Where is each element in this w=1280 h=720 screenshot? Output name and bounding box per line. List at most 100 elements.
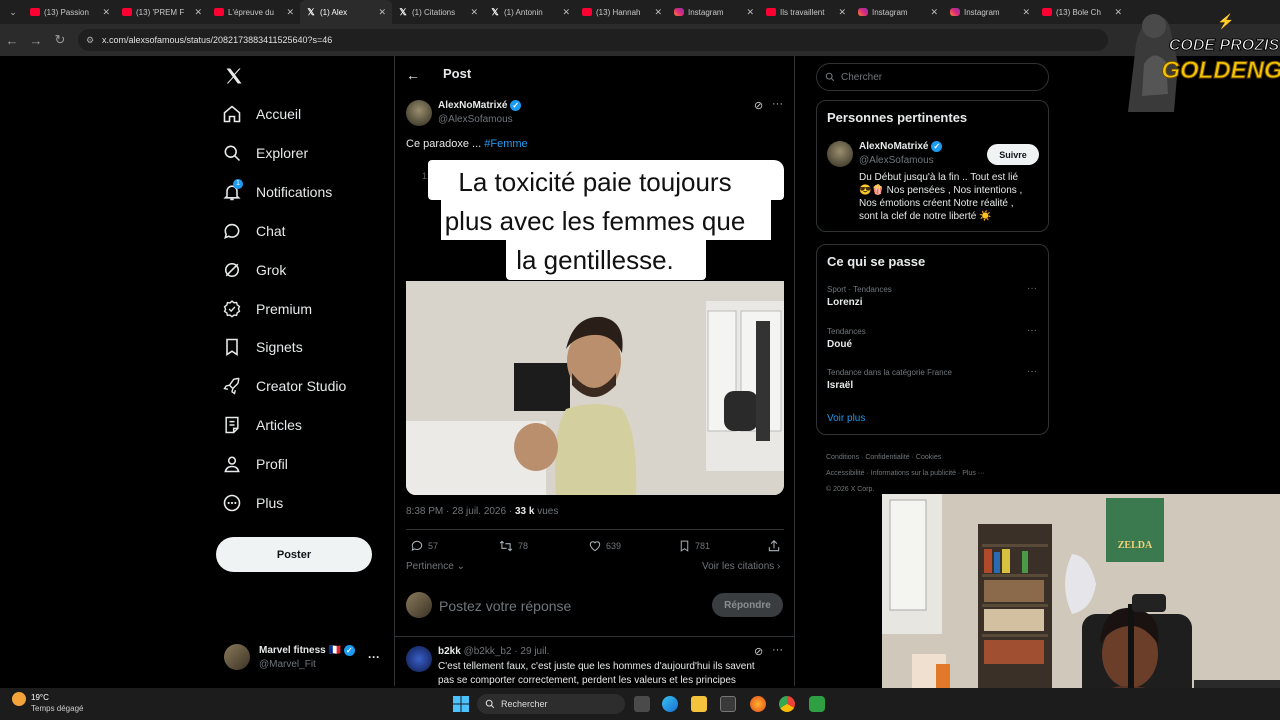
reply-author-handle[interactable]: @b2kk_b2 [464, 646, 512, 657]
task-view-icon[interactable] [634, 696, 650, 712]
x-logo-icon[interactable] [224, 66, 244, 86]
obs-app-icon[interactable] [809, 696, 825, 712]
firefox-icon[interactable] [750, 696, 766, 712]
author-avatar[interactable] [406, 100, 432, 126]
reply-author-avatar[interactable] [406, 646, 432, 672]
bookmark-stat[interactable]: 781 [678, 539, 710, 553]
share-icon[interactable] [767, 539, 781, 553]
reload-icon[interactable]: ↻ [48, 32, 72, 48]
relevant-avatar[interactable] [827, 141, 853, 167]
author-name[interactable]: AlexNoMatrixé [438, 100, 507, 111]
browser-tab[interactable]: 𝕏 (1) Alex ✕ [300, 0, 392, 24]
site-info-icon[interactable]: ⚙ [86, 35, 94, 46]
footer-link[interactable]: Conditions [826, 454, 859, 461]
close-tab-icon[interactable]: ✕ [286, 7, 294, 18]
search-box[interactable]: Chercher [816, 63, 1049, 91]
browser-tab[interactable]: (13) 'PREM F ✕ [116, 0, 208, 24]
x-favicon-icon: 𝕏 [491, 7, 499, 17]
post-timestamp[interactable]: 8:38 PM · 28 juil. 2026 · [406, 506, 515, 517]
close-tab-icon[interactable]: ✕ [654, 7, 662, 18]
edge-icon[interactable] [662, 696, 678, 712]
like-stat[interactable]: 639 [588, 539, 621, 553]
nav-item-articles[interactable]: Articles [222, 410, 302, 440]
weather-icon[interactable] [12, 692, 26, 706]
browser-tab[interactable]: Instagram ✕ [944, 0, 1036, 24]
hashtag-link[interactable]: #Femme [484, 138, 527, 150]
tab-search-icon[interactable]: ⌄ [2, 7, 24, 18]
nav-item-explorer[interactable]: Explorer [222, 138, 308, 168]
close-tab-icon[interactable]: ✕ [470, 7, 478, 18]
browser-tab[interactable]: Instagram ✕ [852, 0, 944, 24]
trend-name[interactable]: Israël [827, 380, 853, 391]
post-media[interactable]: 1:43 La toxicité paie toujours plus avec… [406, 160, 784, 495]
footer-link[interactable]: Accessibilité [826, 470, 865, 477]
chrome-icon[interactable] [779, 696, 795, 712]
footer-link[interactable]: Plus ··· [962, 470, 985, 477]
browser-tab[interactable]: Instagram ✕ [668, 0, 760, 24]
close-tab-icon[interactable]: ✕ [378, 7, 386, 18]
relevant-handle[interactable]: @AlexSofamous [859, 155, 934, 166]
show-more-link[interactable]: Voir plus [827, 413, 865, 424]
windows-start-icon[interactable] [453, 696, 469, 712]
url-field[interactable]: ⚙ x.com/alexsofamous/status/208217388341… [78, 29, 1108, 51]
reply-input[interactable]: Postez votre réponse [439, 598, 571, 614]
nav-item-notifications[interactable]: 1 Notifications [222, 177, 332, 207]
trend-more-icon[interactable]: ··· [1027, 366, 1037, 377]
footer-link[interactable]: Confidentialité [865, 454, 909, 461]
sort-dropdown[interactable]: Pertinence ⌄ [406, 561, 465, 572]
file-explorer-icon[interactable] [691, 696, 707, 712]
account-name[interactable]: Marvel fitness 🇫🇷 [259, 645, 341, 656]
follow-button[interactable]: Suivre [987, 144, 1039, 165]
footer-link[interactable]: Cookies [916, 454, 941, 461]
reply-author-name[interactable]: b2kk [438, 646, 461, 657]
close-tab-icon[interactable]: ✕ [102, 7, 110, 18]
reply-stat[interactable]: 57 [410, 539, 438, 553]
nav-item-signets[interactable]: Signets [222, 332, 303, 362]
close-tab-icon[interactable]: ✕ [930, 7, 938, 18]
browser-tab[interactable]: 𝕏 (1) Citations ✕ [392, 0, 484, 24]
view-quotes-link[interactable]: Voir les citations › [702, 561, 780, 572]
more-circle-icon-wrap [222, 493, 242, 513]
nav-item-chat[interactable]: Chat [222, 216, 286, 246]
back-arrow-icon[interactable]: ← [406, 67, 420, 83]
nav-item-label: Signets [256, 339, 303, 356]
youtube-favicon-icon [122, 8, 132, 16]
forward-icon[interactable]: → [24, 33, 48, 48]
account-menu-icon[interactable]: ··· [368, 650, 380, 664]
nav-item-profil[interactable]: Profil [222, 449, 288, 479]
close-tab-icon[interactable]: ✕ [838, 7, 846, 18]
relevant-name[interactable]: AlexNoMatrixé [859, 141, 928, 152]
reply-grok-icon[interactable]: ⊘ [754, 645, 763, 658]
browser-tab[interactable]: (13) Hannah ✕ [576, 0, 668, 24]
browser-tab[interactable]: 𝕏 (1) Antonin ✕ [484, 0, 576, 24]
nav-item-accueil[interactable]: Accueil [222, 99, 301, 129]
footer-link[interactable]: Informations sur la publicité [871, 470, 956, 477]
reply-button[interactable]: Répondre [712, 593, 783, 617]
author-handle[interactable]: @AlexSofamous [438, 114, 513, 125]
store-icon[interactable] [720, 696, 736, 712]
close-tab-icon[interactable]: ✕ [746, 7, 754, 18]
more-options-icon[interactable]: ··· [772, 98, 783, 110]
trend-more-icon[interactable]: ··· [1027, 283, 1037, 294]
repost-stat[interactable]: 78 [498, 539, 528, 553]
account-avatar[interactable] [224, 644, 250, 670]
browser-tab[interactable]: (13) Passion ✕ [24, 0, 116, 24]
post-button[interactable]: Poster [216, 537, 372, 572]
nav-item-premium[interactable]: Premium [222, 294, 312, 324]
back-icon[interactable]: ← [0, 33, 24, 48]
close-tab-icon[interactable]: ✕ [1022, 7, 1030, 18]
trend-more-icon[interactable]: ··· [1027, 325, 1037, 336]
browser-tab[interactable]: L'épreuve du ✕ [208, 0, 300, 24]
nav-item-creator-studio[interactable]: Creator Studio [222, 371, 346, 401]
close-tab-icon[interactable]: ✕ [562, 7, 570, 18]
nav-item-plus[interactable]: Plus [222, 488, 283, 518]
taskbar-search[interactable]: Rechercher [477, 694, 625, 714]
browser-tab[interactable]: Ils travaillent ✕ [760, 0, 852, 24]
trend-name[interactable]: Doué [827, 339, 852, 350]
trend-name[interactable]: Lorenzi [827, 297, 863, 308]
reply-more-icon[interactable]: ··· [772, 644, 783, 656]
close-tab-icon[interactable]: ✕ [194, 7, 202, 18]
nav-item-grok[interactable]: Grok [222, 255, 286, 285]
browser-tab-label: L'épreuve du [228, 7, 275, 17]
grok-icon[interactable]: ⊘ [754, 99, 763, 112]
